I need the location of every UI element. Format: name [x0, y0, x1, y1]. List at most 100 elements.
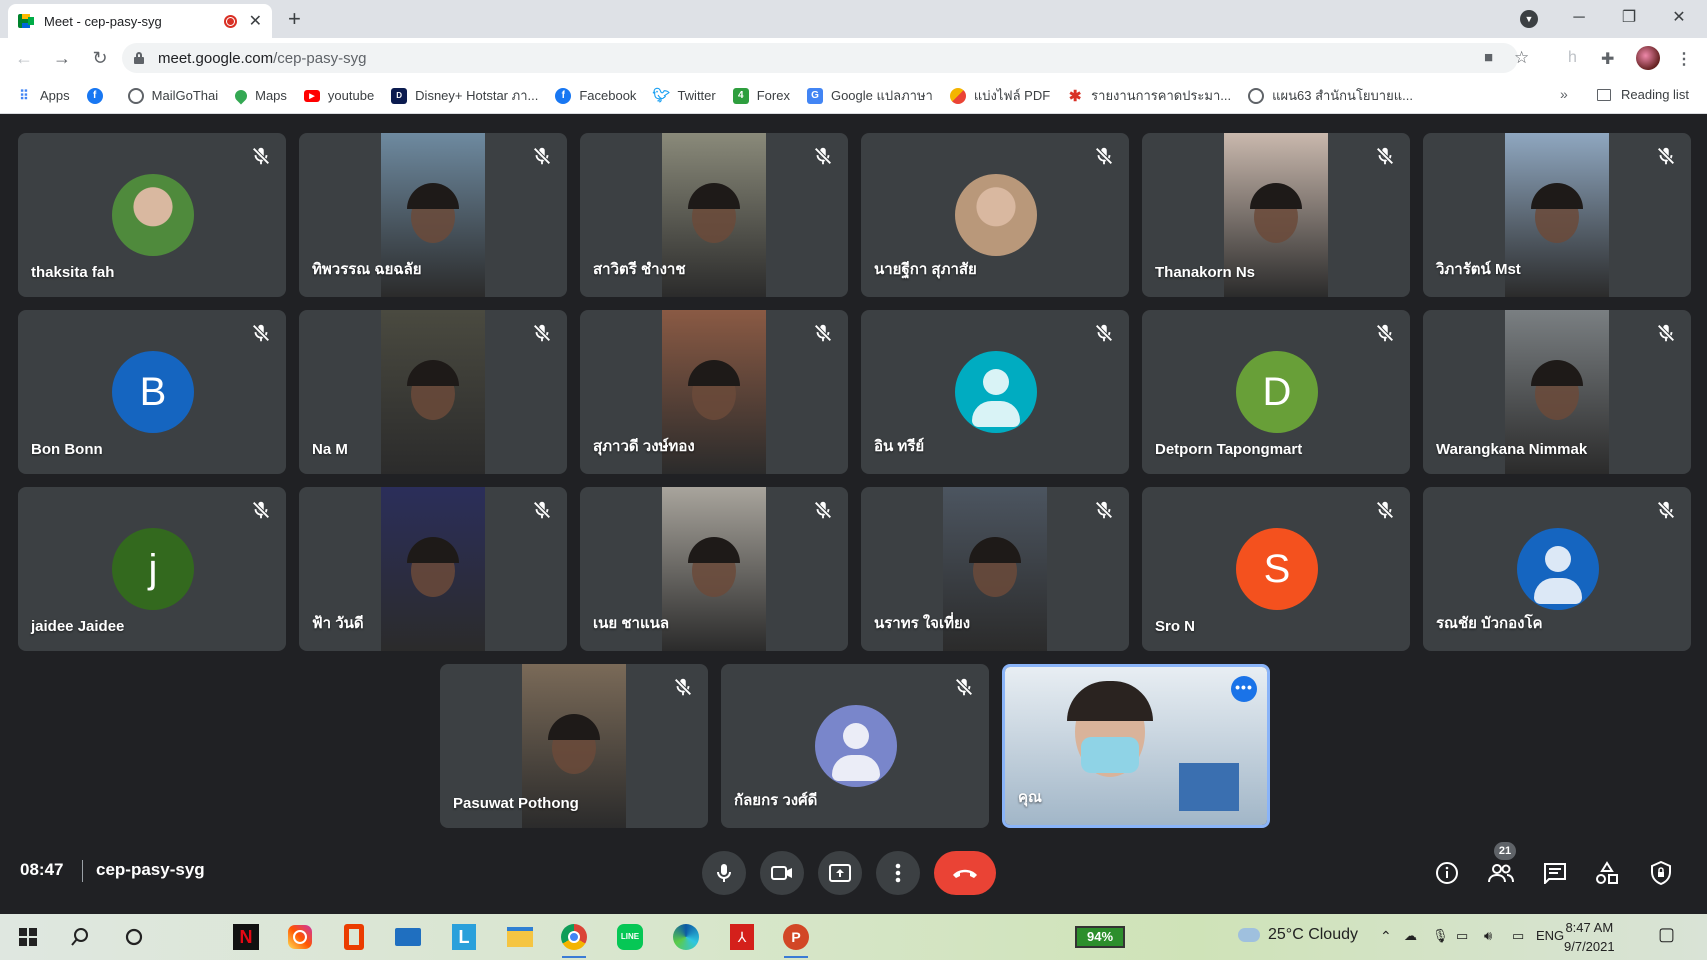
close-tab-icon[interactable]: ✕ [249, 11, 262, 31]
bookmark-label: Twitter [677, 88, 716, 103]
notifications-icon[interactable]: ▢ [1658, 924, 1675, 945]
minimize-icon[interactable]: ─ [1564, 4, 1594, 32]
participant-tile[interactable]: Thanakorn Ns [1142, 133, 1410, 297]
search-button[interactable] [66, 923, 94, 951]
more-options-button[interactable] [876, 851, 920, 895]
camera-button[interactable] [760, 851, 804, 895]
bookmark[interactable]: ✱ รายงานการคาดประมา... [1067, 85, 1231, 106]
address-bar[interactable]: meet.google.com/cep-pasy-syg ■ ☆ [122, 43, 1529, 73]
line-app[interactable]: LINE [616, 923, 644, 951]
participant-tile[interactable]: สาวิตรี ชำงาช [580, 133, 848, 297]
participant-tile[interactable]: thaksita fah [18, 133, 286, 297]
participant-tile[interactable]: S Sro N [1142, 487, 1410, 651]
reload-icon[interactable]: ↻ [86, 48, 114, 69]
mail-app[interactable] [394, 923, 422, 951]
host-controls-button[interactable] [1648, 860, 1674, 886]
line-l-app[interactable]: L [450, 923, 478, 951]
participant-tile[interactable]: j jaidee Jaidee [18, 487, 286, 651]
bookmark[interactable]: 🐦︎ Twitter [653, 87, 716, 104]
chevron-up-icon[interactable]: ⌃ [1380, 928, 1392, 945]
participant-tile[interactable]: B Bon Bonn [18, 310, 286, 474]
participant-tile[interactable]: อิน ทรีย์ [861, 310, 1129, 474]
mic-off-icon [1374, 322, 1396, 344]
language-indicator[interactable]: ENG [1536, 928, 1564, 943]
participant-tile[interactable]: ทิพวรรณ ฉยฉลัย [299, 133, 567, 297]
participant-tile[interactable]: สุภาวดี วงษ์ทอง [580, 310, 848, 474]
participant-name: รณชัย บัวกองโค [1436, 615, 1543, 632]
office-icon [344, 924, 364, 950]
participants-button[interactable] [1488, 860, 1514, 886]
bookmark[interactable]: f Facebook [555, 87, 636, 104]
bookmark[interactable]: f [86, 87, 111, 104]
participant-tile[interactable]: Na M [299, 310, 567, 474]
bookmark[interactable]: ⠿ Apps [16, 88, 69, 104]
participant-tile[interactable]: D Detporn Tapongmart [1142, 310, 1410, 474]
bookmark[interactable]: MailGoThai [127, 87, 218, 104]
network-icon[interactable]: ▭ [1512, 928, 1524, 944]
edge-app[interactable] [672, 923, 700, 951]
present-button[interactable] [818, 851, 862, 895]
star-icon[interactable]: ☆ [1514, 48, 1529, 68]
participant-tile[interactable]: เนย ชาแนล [580, 487, 848, 651]
participant-tile[interactable]: นายฐีกา สุภาสัย [861, 133, 1129, 297]
participant-tile[interactable]: กัลยกร วงศ์ดี [721, 664, 989, 828]
profile-avatar[interactable] [1636, 46, 1660, 70]
netflix-app[interactable]: N [232, 923, 260, 951]
participant-tile[interactable]: นราทร ใจเที่ยง [861, 487, 1129, 651]
onedrive-icon[interactable]: ☁ [1404, 928, 1417, 944]
extension-h-icon[interactable]: h [1568, 49, 1577, 67]
start-button[interactable] [14, 923, 42, 951]
bookmark[interactable]: 4 Forex [732, 87, 790, 104]
back-icon[interactable]: ← [10, 48, 38, 69]
leave-call-button[interactable] [934, 851, 996, 895]
bookmark[interactable]: G Google แปลภาษา [806, 85, 933, 106]
participant-video [662, 487, 766, 651]
line-icon: LINE [617, 924, 643, 950]
participant-initial-avatar: B [112, 351, 194, 433]
activities-button[interactable] [1594, 860, 1620, 886]
menu-icon[interactable]: ⋮ [1676, 49, 1692, 69]
participant-tile[interactable]: รณชัย บัวกองโค [1423, 487, 1691, 651]
powerpoint-app[interactable]: P [782, 923, 810, 958]
mic-off-icon [1093, 499, 1115, 521]
more-bookmarks-icon[interactable]: » [1560, 86, 1568, 102]
clock-widget[interactable]: 8:47 AM 9/7/2021 [1564, 918, 1615, 956]
office-app[interactable] [340, 923, 368, 951]
bookmark[interactable]: ▶ youtube [303, 88, 374, 103]
participant-tile[interactable]: วิภารัตน์ Mst [1423, 133, 1691, 297]
microphone-button[interactable] [702, 851, 746, 895]
tab-search-icon[interactable]: ▼ [1520, 10, 1538, 28]
bookmark[interactable]: แผน63 สำนักนโยบายแ... [1248, 85, 1413, 106]
acrobat-app[interactable]: ⅄ [728, 923, 756, 951]
camera-icon[interactable]: ■ [1484, 49, 1493, 66]
close-window-icon[interactable]: ✕ [1664, 4, 1694, 32]
weather-widget[interactable]: 25°C Cloudy [1238, 926, 1358, 944]
new-tab-button[interactable]: + [288, 6, 301, 32]
chat-button[interactable] [1542, 860, 1568, 886]
instagram-app[interactable] [286, 923, 314, 951]
participant-tile[interactable]: Pasuwat Pothong [440, 664, 708, 828]
chrome-app[interactable] [560, 923, 588, 958]
participant-tile[interactable]: ฟ้า วันดี [299, 487, 567, 651]
cortana-button[interactable] [120, 923, 148, 951]
maximize-icon[interactable]: ❐ [1614, 4, 1644, 32]
extensions-icon[interactable]: ✚ [1601, 49, 1614, 69]
mic-tray-icon[interactable]: 🎙︎ [1432, 928, 1449, 944]
volume-icon[interactable]: 🔊︎ [1484, 928, 1492, 944]
file-explorer-app[interactable] [506, 923, 534, 951]
forward-icon[interactable]: → [48, 48, 76, 69]
more-options-icon[interactable]: ••• [1231, 676, 1257, 702]
bookmarks-bar: ⠿ Apps f MailGoThai Maps ▶ youtube D Disney… [0, 78, 1707, 114]
participant-tile[interactable]: Warangkana Nimmak [1423, 310, 1691, 474]
bookmark[interactable]: Maps [232, 87, 287, 104]
tab-meet[interactable]: Meet - cep-pasy-syg ✕ [8, 4, 272, 38]
mic-off-icon [1374, 145, 1396, 167]
people-icon [1488, 864, 1514, 883]
self-video-tile[interactable]: ••• คุณ [1002, 664, 1270, 828]
reading-list-button[interactable]: Reading list [1597, 87, 1689, 102]
bookmark[interactable]: D Disney+ Hotstar ภา... [391, 85, 538, 106]
bookmark[interactable]: แบ่งไฟล์ PDF [949, 85, 1050, 106]
battery-icon[interactable]: ▭ [1456, 928, 1468, 944]
camera-icon [771, 866, 792, 880]
meeting-details-button[interactable] [1434, 860, 1460, 886]
